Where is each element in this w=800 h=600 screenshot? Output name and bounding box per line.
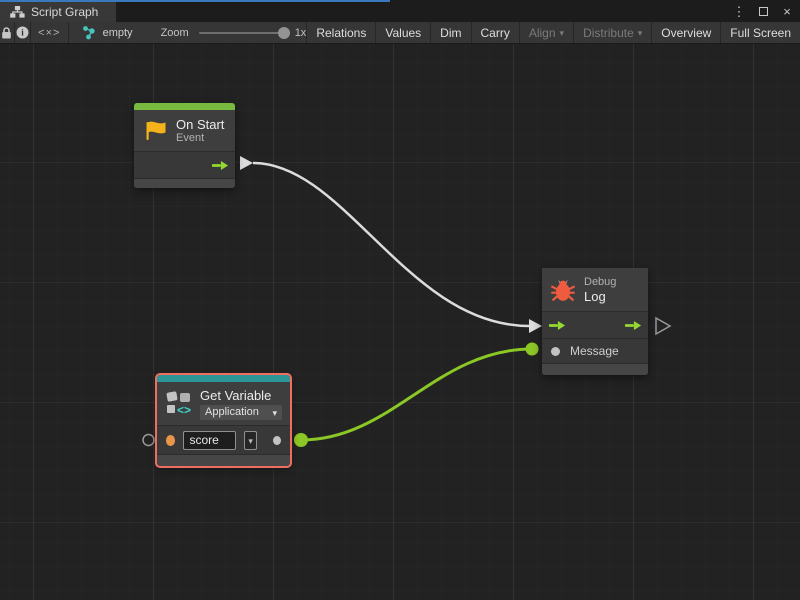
- sitemap-icon: [10, 6, 25, 18]
- zoom-slider-handle[interactable]: [278, 27, 290, 39]
- node-get-variable[interactable]: <> Get Variable Application ▾ score ▾: [157, 375, 290, 466]
- on-start-exit-connector[interactable]: [240, 156, 253, 170]
- message-port-row: Message: [542, 338, 648, 363]
- value-wire[interactable]: [301, 349, 532, 440]
- port-row: [134, 151, 235, 178]
- lock-icon: [0, 26, 13, 40]
- graph-toolbar: i <×> empty Zoom 1x Relations Values Dim…: [0, 22, 800, 44]
- code-preview-button[interactable]: <×>: [31, 22, 69, 43]
- control-wire[interactable]: [253, 163, 529, 326]
- lock-button[interactable]: [0, 22, 14, 43]
- tab-script-graph[interactable]: Script Graph: [0, 2, 116, 22]
- window-tab-bar: Script Graph ⋮ ×: [0, 0, 800, 22]
- node-footer: [157, 454, 290, 466]
- maximize-icon[interactable]: [756, 2, 770, 22]
- close-icon[interactable]: ×: [780, 2, 794, 22]
- variable-scope-dropdown[interactable]: Application ▾: [200, 405, 282, 420]
- align-button[interactable]: Align▾: [520, 22, 574, 43]
- node-header[interactable]: <> Get Variable Application ▾: [157, 382, 290, 425]
- default-value-input-port[interactable]: [166, 435, 175, 446]
- values-button[interactable]: Values: [376, 22, 431, 43]
- wires-layer: [0, 44, 800, 600]
- carry-button[interactable]: Carry: [472, 22, 520, 43]
- chevron-down-icon: ▾: [560, 29, 565, 38]
- info-button[interactable]: i: [14, 22, 30, 43]
- node-on-start[interactable]: On Start Event: [134, 103, 235, 188]
- distribute-button[interactable]: Distribute▾: [574, 22, 652, 43]
- variable-color-bar: [157, 375, 290, 382]
- graph-canvas[interactable]: On Start Event Debug Log: [0, 44, 800, 600]
- zoom-slider[interactable]: [199, 32, 285, 34]
- overview-button[interactable]: Overview: [652, 22, 721, 43]
- message-port-label: Message: [570, 344, 619, 358]
- zoom-control: Zoom 1x: [161, 22, 307, 43]
- node-title: Log: [584, 289, 616, 304]
- graph-reference-label: empty: [103, 27, 133, 39]
- zoom-value: 1x: [295, 27, 307, 39]
- menu-icon[interactable]: ⋮: [732, 2, 746, 22]
- maximize-box: [759, 7, 768, 16]
- window-controls: ⋮ ×: [732, 2, 798, 22]
- variable-name-field[interactable]: score: [183, 431, 236, 450]
- bug-icon: [550, 277, 576, 303]
- relations-button[interactable]: Relations: [307, 22, 376, 43]
- graph-reference-button[interactable]: empty: [69, 22, 147, 43]
- node-title: On Start: [176, 117, 224, 132]
- flow-output-port[interactable]: [624, 320, 642, 331]
- svg-text:<>: <>: [177, 403, 191, 417]
- empty-value-port-hint[interactable]: [143, 435, 154, 446]
- node-title: Get Variable: [200, 388, 282, 403]
- event-color-bar: [134, 103, 235, 110]
- chevron-down-icon: ▾: [248, 437, 253, 446]
- port-row: score ▾: [157, 425, 290, 454]
- fullscreen-button[interactable]: Full Screen: [721, 22, 800, 43]
- value-output-port[interactable]: [273, 436, 281, 445]
- info-icon: i: [16, 26, 29, 39]
- flow-output-port[interactable]: [211, 160, 229, 171]
- port-row: [542, 311, 648, 338]
- variable-boxes-icon: <>: [164, 390, 194, 417]
- node-debug-log[interactable]: Debug Log Message: [542, 268, 648, 375]
- get-variable-value-connector[interactable]: [294, 433, 308, 447]
- node-header[interactable]: On Start Event: [134, 110, 235, 151]
- empty-flow-port-hint[interactable]: [656, 318, 670, 334]
- node-footer: [542, 363, 648, 375]
- graph-pointer-icon: [83, 26, 97, 40]
- tab-title: Script Graph: [31, 5, 98, 19]
- message-input-port[interactable]: [551, 347, 560, 356]
- toolbar-button-group: Relations Values Dim Carry Align▾ Distri…: [306, 22, 800, 43]
- chevron-down-icon: ▾: [638, 29, 643, 38]
- flag-icon: [142, 118, 168, 144]
- chevron-down-icon: ▾: [272, 409, 277, 418]
- flow-input-port[interactable]: [548, 320, 566, 331]
- node-subtitle: Event: [176, 132, 224, 145]
- debug-log-enter-connector[interactable]: [529, 319, 542, 333]
- node-kicker: Debug: [584, 276, 616, 289]
- node-header[interactable]: Debug Log: [542, 268, 648, 311]
- message-input-connector[interactable]: [526, 343, 539, 356]
- variable-name-dropdown[interactable]: ▾: [244, 431, 257, 450]
- zoom-label: Zoom: [161, 27, 189, 39]
- node-footer: [134, 178, 235, 188]
- dim-button[interactable]: Dim: [431, 22, 471, 43]
